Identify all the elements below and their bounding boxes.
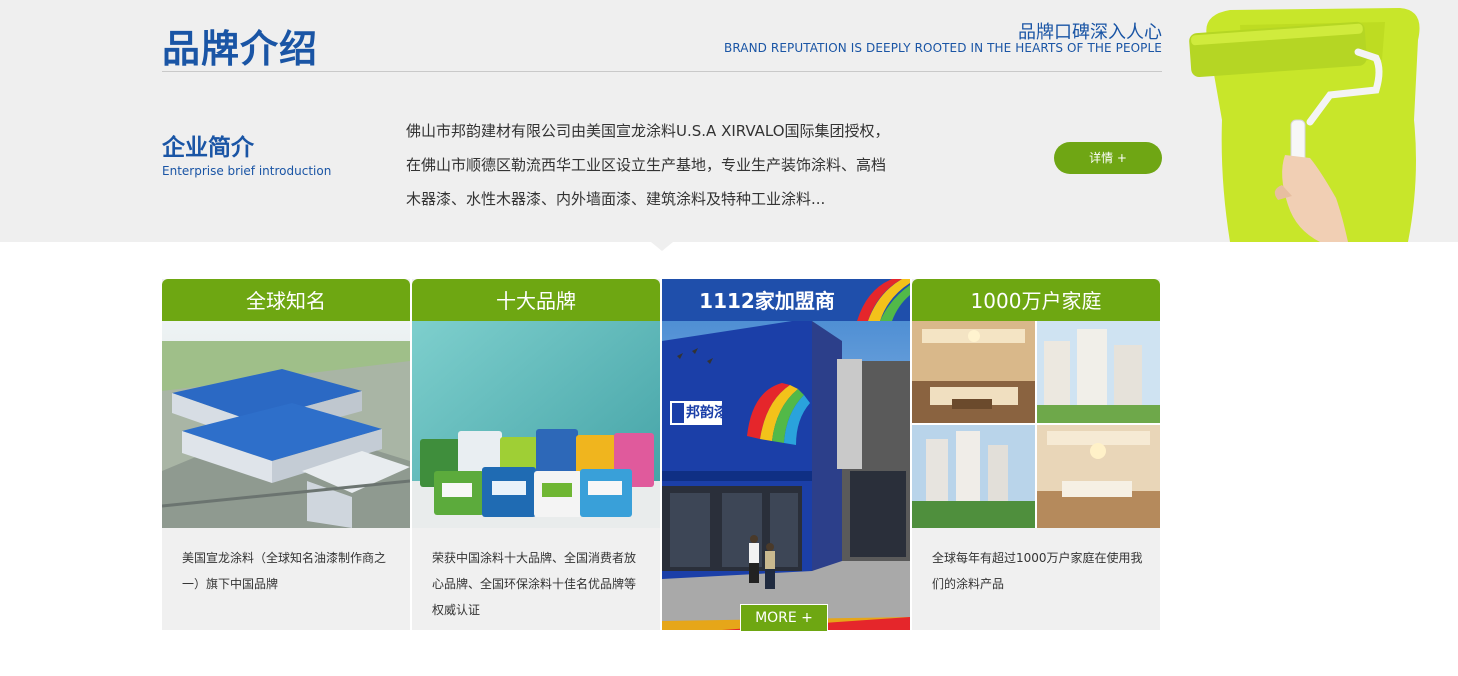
- slogan-english: BRAND REPUTATION IS DEEPLY ROOTED IN THE…: [724, 41, 1162, 55]
- storefront-image: 邦韵漆: [662, 321, 910, 630]
- brand-intro-section: 品牌介绍 品牌口碑深入人心 BRAND REPUTATION IS DEEPLY…: [0, 0, 1458, 676]
- households-collage-image: [912, 321, 1160, 528]
- page-title: 品牌介绍: [162, 27, 319, 71]
- more-button[interactable]: MORE +: [740, 604, 828, 632]
- card-households-text: 全球每年有超过1000万户家庭在使用我们的涂料产品: [932, 551, 1143, 591]
- card-global: 全球知名 美国宣龙涂料（全球知名油漆制作商之一）旗下中国品牌: [162, 279, 410, 630]
- intro-subtitle: Enterprise brief introduction: [162, 164, 332, 178]
- card-global-text: 美国宣龙涂料（全球知名油漆制作商之一）旗下中国品牌: [182, 551, 387, 591]
- intro-title: 企业简介: [162, 135, 254, 161]
- card-households: 1000万户家庭 全球每年有超过1000万户家庭在使用我们的涂料产品: [912, 279, 1160, 630]
- card-households-heading: 1000万户家庭: [912, 279, 1160, 321]
- paint-roller-image: [1170, 0, 1458, 242]
- card-top-ten-text: 荣获中国涂料十大品牌、全国消费者放心品牌、全国环保涂料十佳名优品牌等权威认证: [432, 551, 637, 617]
- card-franchise-header: 1112家加盟商: [662, 279, 910, 321]
- header-divider: [162, 71, 1162, 72]
- card-top-ten: 十大品牌 荣获中国涂料十大品牌、全国消费者放心品牌、全国环保涂料十佳名优品牌等权…: [412, 279, 660, 630]
- card-global-heading: 全球知名: [162, 279, 410, 321]
- factory-image: [162, 321, 410, 528]
- card-top-ten-heading: 十大品牌: [412, 279, 660, 321]
- storefront-sign: 邦韵漆: [686, 405, 728, 421]
- card-franchise-heading: 1112家加盟商: [699, 289, 835, 313]
- band-notch: [651, 242, 673, 251]
- detail-button[interactable]: 详情 +: [1054, 142, 1162, 174]
- paint-products-image: [412, 321, 660, 528]
- card-franchise: 1112家加盟商 邦韵漆 MORE +: [662, 279, 910, 632]
- intro-text: 佛山市邦韵建材有限公司由美国宣龙涂料U.S.A XIRVALO国际集团授权，在佛…: [406, 122, 890, 208]
